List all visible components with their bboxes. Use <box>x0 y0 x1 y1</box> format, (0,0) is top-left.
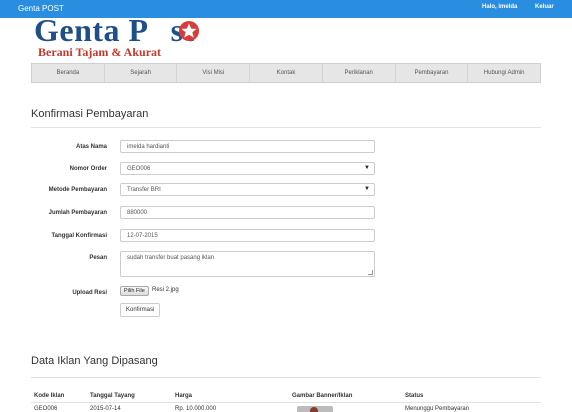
thumbnail-image <box>310 407 318 412</box>
nav-hubungi-admin[interactable]: Hubungi Admin <box>468 64 540 82</box>
row-kode-iklan: GEO006 <box>34 406 58 412</box>
nomor-order-select[interactable]: GEO006 ▼ <box>120 162 375 175</box>
nomor-order-label: Nomor Order <box>69 166 107 172</box>
logo-title: Genta Pst <box>34 12 194 48</box>
row-tanggal-tayang: 2015-07-14 <box>90 406 121 412</box>
form-divider <box>31 127 541 128</box>
selected-filename: Resi 2.jpg <box>152 287 179 293</box>
caret-down-icon: ▼ <box>364 186 370 192</box>
choose-file-button[interactable]: Pilih File <box>120 286 149 296</box>
tanggal-konfirmasi-input[interactable]: 12-07-2015 <box>120 229 375 242</box>
main-nav: Beranda Sejarah Visi Misi Kontak Perikla… <box>31 63 541 83</box>
col-harga: Harga <box>175 393 193 399</box>
table-title: Data Iklan Yang Dipasang <box>31 355 158 367</box>
nav-visi-misi[interactable]: Visi Misi <box>177 64 251 82</box>
col-status: Status <box>405 393 424 399</box>
logout-link[interactable]: Keluar <box>535 4 554 10</box>
nav-periklanan[interactable]: Periklanan <box>323 64 396 82</box>
jumlah-pembayaran-input[interactable]: 880000 <box>120 206 375 219</box>
col-kode-iklan: Kode Iklan <box>34 393 65 399</box>
row-harga: Rp. 10.000.000 <box>175 406 217 412</box>
tanggal-konfirmasi-label: Tanggal Konfirmasi <box>51 233 107 239</box>
atas-nama-label: Atas Nama <box>75 144 107 150</box>
atas-nama-input[interactable]: imelda hardianti <box>120 140 375 153</box>
upload-resi-label: Upload Resi <box>72 290 107 296</box>
metode-pembayaran-label: Metode Pembayaran <box>48 187 107 193</box>
table-divider <box>31 377 541 378</box>
col-gambar-banner: Gambar Banner/Iklan <box>292 393 353 399</box>
nav-beranda[interactable]: Beranda <box>32 64 105 82</box>
site-logo[interactable]: Genta Pst Berani Tajam & Akurat <box>34 12 234 60</box>
metode-pembayaran-select[interactable]: Transfer BRI ▼ <box>120 183 375 196</box>
nav-kontak[interactable]: Kontak <box>250 64 323 82</box>
table-header-divider <box>31 402 541 403</box>
resize-grip-icon[interactable] <box>368 270 373 275</box>
nav-sejarah[interactable]: Sejarah <box>105 64 178 82</box>
pesan-label: Pesan <box>89 255 107 261</box>
jumlah-pembayaran-label: Jumlah Pembayaran <box>48 210 107 216</box>
form-title: Konfirmasi Pembayaran <box>31 108 149 120</box>
logo-tagline: Berani Tajam & Akurat <box>38 45 162 59</box>
pesan-textarea[interactable]: sudah transfer buat pasang iklan <box>120 251 375 277</box>
konfirmasi-button[interactable]: Konfirmasi <box>120 303 161 317</box>
row-status: Menunggu Pembayaran <box>405 406 470 412</box>
caret-down-icon: ▼ <box>364 165 370 171</box>
nav-pembayaran[interactable]: Pembayaran <box>396 64 469 82</box>
banner-thumbnail[interactable] <box>297 406 333 412</box>
user-greeting[interactable]: Halo, imelda <box>482 4 517 10</box>
logo-star-icon <box>179 21 199 41</box>
col-tanggal-tayang: Tanggal Tayang <box>90 393 135 399</box>
